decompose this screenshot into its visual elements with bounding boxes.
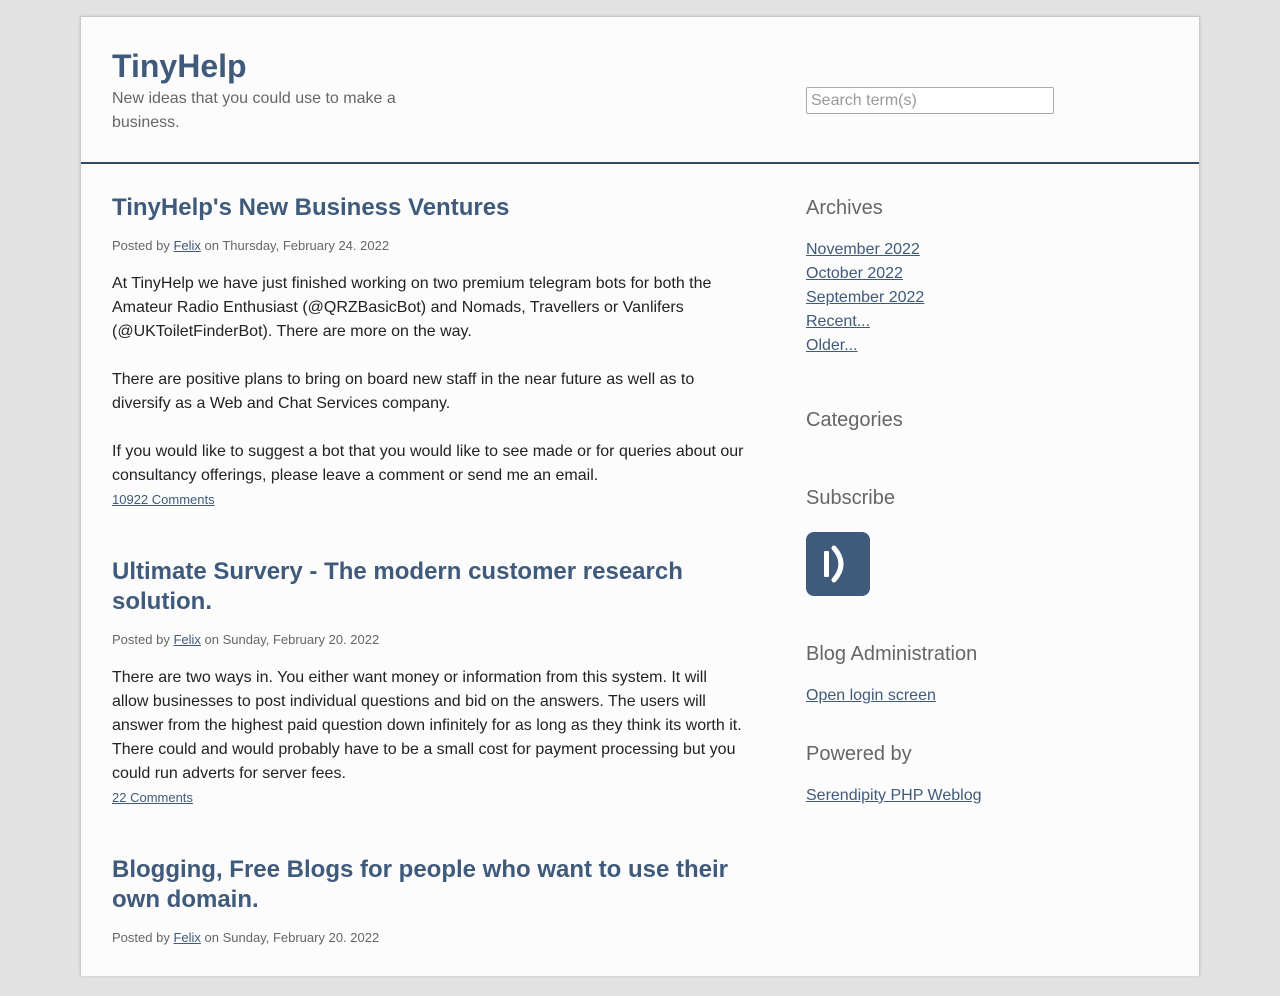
archive-link-september-2022[interactable]: September 2022: [806, 289, 924, 306]
post-paragraph: There are positive plans to bring on boa…: [112, 371, 695, 412]
categories-title: Categories: [806, 409, 903, 431]
post-date: on Thursday, February 24. 2022: [204, 238, 390, 253]
archive-link-october-2022[interactable]: October 2022: [806, 265, 903, 282]
blog-post: TinyHelp's New Business Ventures Posted …: [112, 193, 747, 509]
rss-feed-icon[interactable]: [806, 532, 870, 596]
archive-item: October 2022: [806, 262, 1166, 286]
archive-item: November 2022: [806, 238, 1166, 262]
rss-feed-icon-graphic: [824, 545, 844, 583]
post-title[interactable]: Ultimate Survery - The modern customer r…: [112, 557, 747, 617]
page-container: TinyHelp New ideas that you could use to…: [80, 16, 1200, 976]
search-input[interactable]: [806, 87, 1054, 114]
archive-item: Recent...: [806, 310, 1166, 334]
posted-by-label: Posted by: [112, 632, 170, 647]
post-paragraph: There are two ways in. You either want m…: [112, 669, 742, 782]
blog-admin-links: Open login screen: [806, 684, 1166, 708]
post-body: At TinyHelp we have just finished workin…: [112, 272, 747, 488]
open-login-link[interactable]: Open login screen: [806, 687, 936, 704]
author-link[interactable]: Felix: [173, 930, 200, 945]
blog-admin-widget: Blog Administration Open login screen: [806, 641, 1166, 708]
main-content: TinyHelp's New Business Ventures Posted …: [112, 181, 747, 996]
archive-link-older[interactable]: Older...: [806, 337, 858, 354]
posted-by-label: Posted by: [112, 930, 170, 945]
powered-by-links: Serendipity PHP Weblog: [806, 784, 1166, 808]
post-title[interactable]: TinyHelp's New Business Ventures: [112, 193, 747, 223]
archives-title: Archives: [806, 197, 883, 219]
serendipity-link[interactable]: Serendipity PHP Weblog: [806, 787, 982, 804]
subscribe-widget: Subscribe: [806, 485, 1166, 596]
powered-by-title: Powered by: [806, 743, 912, 765]
site-title[interactable]: TinyHelp: [112, 47, 247, 85]
post-title[interactable]: Blogging, Free Blogs for people who want…: [112, 855, 747, 915]
sidebar: Archives November 2022 October 2022 Sept…: [806, 181, 1166, 808]
categories-widget: Categories: [806, 407, 1166, 433]
author-link[interactable]: Felix: [173, 238, 200, 253]
post-paragraph: At TinyHelp we have just finished workin…: [112, 275, 712, 340]
post-date: on Sunday, February 20. 2022: [204, 930, 380, 945]
archive-item: September 2022: [806, 286, 1166, 310]
posted-by-label: Posted by: [112, 238, 170, 253]
post-meta: Posted by Felix on Sunday, February 20. …: [112, 630, 747, 650]
archive-link-recent[interactable]: Recent...: [806, 313, 870, 330]
archive-item: Older...: [806, 334, 1166, 358]
author-link[interactable]: Felix: [173, 632, 200, 647]
post-date: on Sunday, February 20. 2022: [204, 632, 380, 647]
site-header: TinyHelp New ideas that you could use to…: [81, 17, 1199, 164]
post-meta: Posted by Felix on Sunday, February 20. …: [112, 928, 747, 948]
site-description: New ideas that you could use to make a b…: [112, 90, 396, 131]
powered-by-widget: Powered by Serendipity PHP Weblog: [806, 741, 1166, 808]
archive-link-november-2022[interactable]: November 2022: [806, 241, 920, 258]
post-meta: Posted by Felix on Thursday, February 24…: [112, 236, 747, 256]
blog-post: Blogging, Free Blogs for people who want…: [112, 855, 747, 948]
subscribe-title: Subscribe: [806, 487, 895, 509]
archives-widget: Archives November 2022 October 2022 Sept…: [806, 195, 1166, 358]
archives-list: November 2022 October 2022 September 202…: [806, 238, 1166, 358]
blog-post: Ultimate Survery - The modern customer r…: [112, 557, 747, 807]
comments-link[interactable]: 10922 Comments: [112, 491, 215, 509]
post-paragraph: If you would like to suggest a bot that …: [112, 443, 744, 484]
comments-link[interactable]: 22 Comments: [112, 789, 193, 807]
blog-admin-title: Blog Administration: [806, 643, 978, 665]
post-body: There are two ways in. You either want m…: [112, 666, 747, 786]
